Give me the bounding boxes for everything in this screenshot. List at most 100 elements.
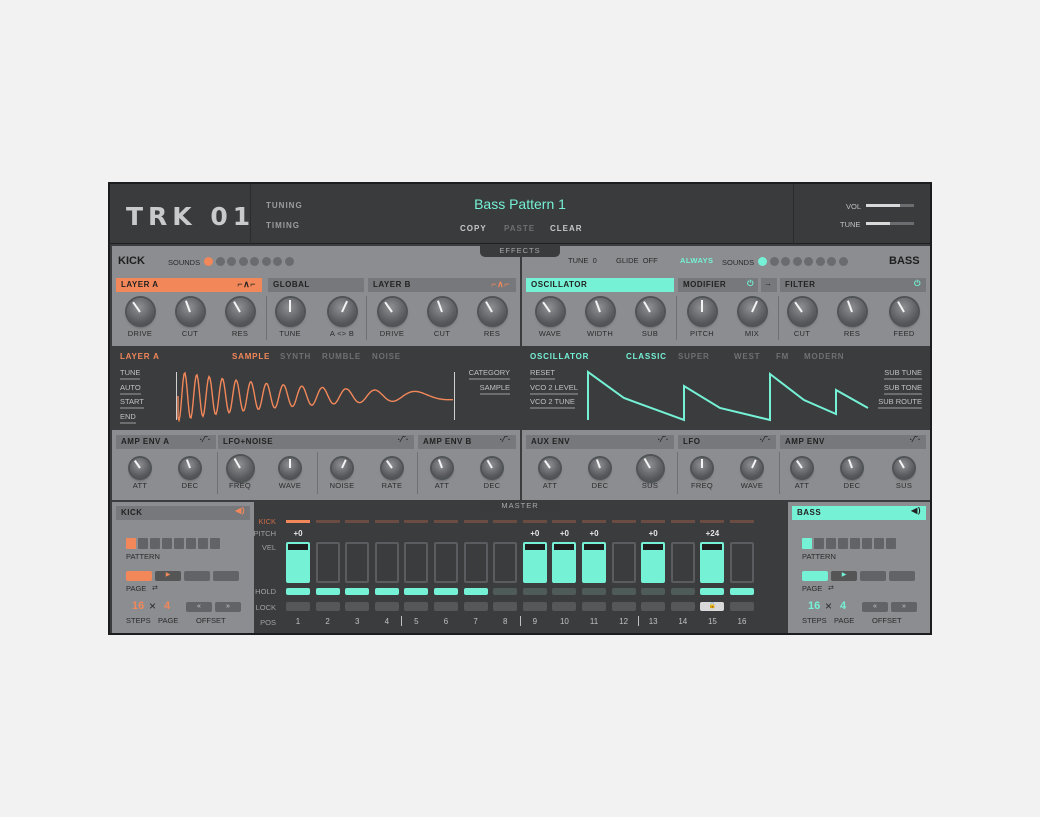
seq-hold-bar[interactable] [670,588,695,595]
power-icon[interactable]: ⏻ [747,279,754,289]
bass-env-knob[interactable] [540,458,560,478]
seq-bass-pattern-slot[interactable] [874,538,884,549]
kick-sound-dot[interactable] [204,257,213,266]
bass-left-param[interactable]: RESET [530,368,556,380]
seq-bass-pattern-slot[interactable] [814,538,824,549]
bass-knob[interactable] [738,298,766,325]
seq-velocity-cell[interactable] [522,542,547,583]
seq-bass-pattern-slot[interactable] [838,538,848,549]
bass-env-knob[interactable] [590,458,610,478]
bass-sound-dot[interactable] [804,257,813,266]
seq-kick-page-value[interactable]: 4 [164,600,170,612]
kick-knob[interactable] [176,298,204,325]
seq-hold-bar[interactable] [374,588,399,595]
seq-lock-bar[interactable] [641,602,666,611]
seq-pitch-value[interactable]: +0 [523,529,547,538]
kick-mode-noise[interactable]: NOISE [372,352,401,361]
nav-tuning[interactable]: TUNING [266,201,303,210]
seq-hold-bar[interactable] [315,588,340,595]
kick-sound-dot[interactable] [284,257,294,266]
seq-bass-page-slot[interactable] [889,571,915,581]
seq-hold-bar[interactable] [463,588,488,595]
seq-lock-bar[interactable] [493,602,518,611]
seq-kick-header[interactable]: KICK ◀) [116,506,250,520]
kick-env-knob[interactable] [332,458,352,478]
master-tab[interactable]: MASTER [480,500,560,512]
seq-hold-bar[interactable] [286,588,310,595]
seq-kick-page-slot[interactable]: ▶ [155,571,181,581]
kick-sound-dot[interactable] [215,257,225,266]
seq-bass-pattern-slot[interactable] [862,538,872,549]
bass-sound-dot[interactable] [838,257,848,266]
seq-velocity-cell[interactable] [641,542,666,583]
seq-lock-bar[interactable] [730,602,754,611]
bass-glide-box[interactable]: GLIDE OFF [616,256,668,268]
paste-button[interactable]: PASTE [504,224,535,233]
kick-left-param[interactable]: START [120,397,144,409]
bass-sound-dot[interactable] [827,257,836,266]
kick-layer-a-header[interactable]: LAYER A ⌐∧⌐ [116,278,262,292]
seq-hold-bar[interactable] [730,588,754,595]
seq-kick-pattern-slot[interactable] [174,538,184,549]
seq-bass-pattern-slot[interactable] [802,538,812,549]
bass-mode-modern[interactable]: MODERN [804,352,844,361]
kick-env-header[interactable]: AMP ENV B ·⁄˜· [418,435,516,449]
kick-sound-dot[interactable] [273,257,282,266]
bass-env-knob[interactable] [792,458,812,478]
seq-bass-pattern-slot[interactable] [886,538,896,549]
bass-right-param[interactable]: SUB ROUTE [878,397,922,409]
seq-bass-steps-value[interactable]: 16 [808,600,820,612]
bass-knob[interactable] [688,298,716,325]
kick-mode-rumble[interactable]: RUMBLE [322,352,361,361]
seq-hold-bar[interactable] [493,588,518,595]
bass-mode-fm[interactable]: FM [776,352,789,361]
kick-knob[interactable] [328,298,356,325]
kick-mode-synth[interactable]: SYNTH [280,352,311,361]
seq-hold-bar[interactable] [552,588,577,595]
seq-pitch-value[interactable]: +0 [641,529,665,538]
bass-modifier-header[interactable]: MODIFIER ⏻ [678,278,758,292]
seq-kick-steps-value[interactable]: 16 [132,600,144,612]
bass-env-knob[interactable] [842,458,862,478]
seq-bass-pattern-slot[interactable] [850,538,860,549]
kick-env-knob[interactable] [382,458,402,478]
kick-env-knob[interactable] [227,455,253,481]
seq-kick-pattern-slot[interactable] [210,538,220,549]
seq-velocity-cell[interactable] [552,542,577,583]
seq-lock-bar[interactable] [315,602,340,611]
bass-sound-dot[interactable] [781,257,790,266]
bass-env-knob[interactable] [637,455,663,481]
kick-env-knob[interactable] [280,458,300,478]
kick-left-param[interactable]: AUTO [120,383,141,395]
seq-bass-page-slot[interactable] [860,571,886,581]
bass-knob[interactable] [586,298,614,325]
clear-button[interactable]: CLEAR [550,224,583,233]
bass-sound-dot[interactable] [792,257,802,266]
seq-bass-loop-icon[interactable]: ⇄ [828,584,834,592]
seq-velocity-cell[interactable] [434,542,458,583]
kick-knob[interactable] [478,298,506,325]
bass-oscillator-header[interactable]: OSCILLATOR [526,278,674,292]
seq-bass-pattern-slot[interactable] [826,538,836,549]
copy-button[interactable]: COPY [460,224,487,233]
kick-left-param[interactable]: END [120,412,136,424]
seq-kick-pattern-slot[interactable] [126,538,136,549]
kick-global-header[interactable]: GLOBAL [268,278,364,292]
bass-knob[interactable] [838,298,866,325]
seq-velocity-cell[interactable] [374,542,399,583]
seq-bass-page-slot[interactable] [802,571,828,581]
bass-env-header[interactable]: AUX ENV ·⁄˜· [526,435,674,449]
speaker-icon[interactable]: ◀) [235,506,245,515]
seq-kick-pattern-slot[interactable] [198,538,208,549]
kick-sound-dot[interactable] [238,257,248,266]
seq-kick-pattern-slot[interactable] [138,538,148,549]
seq-hold-bar[interactable] [700,588,725,595]
bass-mode-west[interactable]: WEST [734,352,760,361]
bass-env-header[interactable]: LFO ·⁄˜· [678,435,776,449]
seq-velocity-cell[interactable] [463,542,488,583]
seq-pitch-value[interactable]: +0 [582,529,606,538]
bass-knob[interactable] [536,298,564,325]
seq-hold-bar[interactable] [404,588,429,595]
bass-right-param[interactable]: SUB TUNE [884,368,922,380]
seq-velocity-cell[interactable] [286,542,310,583]
